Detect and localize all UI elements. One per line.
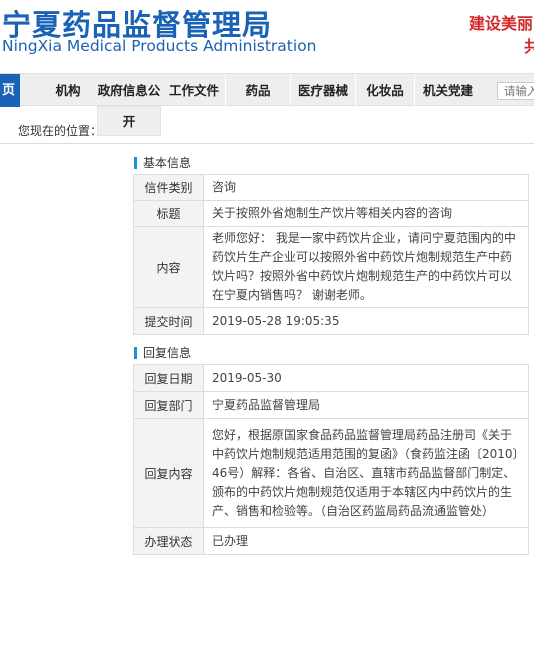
site-title-en: NingXia Medical Products Administration xyxy=(2,37,317,55)
nav-item-party-building[interactable]: 机关党建 xyxy=(415,74,481,107)
field-label: 回复内容 xyxy=(133,418,204,528)
slogan-line-2: 共 xyxy=(524,37,534,56)
table-row: 回复部门 宁夏药品监督管理局 xyxy=(133,391,529,419)
nav-item-medical-devices[interactable]: 医疗器械 xyxy=(291,74,355,107)
field-value: 宁夏药品监督管理局 xyxy=(203,391,529,419)
table-row: 信件类别 咨询 xyxy=(133,174,529,201)
site-header: 宁夏药品监督管理局 NingXia Medical Products Admin… xyxy=(0,0,534,70)
field-label: 提交时间 xyxy=(133,307,204,335)
field-label: 标题 xyxy=(133,200,204,227)
section-title-basic-info: 基本信息 xyxy=(134,157,191,169)
nav-item-gov-info[interactable]: 政府信息公 xyxy=(97,74,161,107)
nav-item-cosmetics[interactable]: 化妆品 xyxy=(356,74,414,107)
section-title-reply-info: 回复信息 xyxy=(134,347,191,359)
nav-item-institution[interactable]: 机构 xyxy=(45,74,91,107)
field-label: 回复日期 xyxy=(133,364,204,392)
field-label: 内容 xyxy=(133,226,204,308)
field-value: 咨询 xyxy=(203,174,529,201)
field-value: 老师您好： 我是一家中药饮片企业，请问宁夏范围内的中药饮片生产企业可以按照外省中… xyxy=(203,226,529,308)
field-label: 回复部门 xyxy=(133,391,204,419)
field-value: 您好，根据原国家食品药品监督管理局药品注册司《关于中药饮片炮制规范适用范围的复函… xyxy=(203,418,529,528)
field-value: 2019-05-30 xyxy=(203,364,529,392)
breadcrumb-divider xyxy=(0,143,534,144)
search-input[interactable]: 请输入 xyxy=(497,82,534,100)
nav-dropdown-item[interactable]: 开 xyxy=(97,106,161,136)
table-row: 办理状态 已办理 xyxy=(133,527,529,555)
field-value: 2019-05-28 19:05:35 xyxy=(203,307,529,335)
nav-item-work-docs[interactable]: 工作文件 xyxy=(164,74,224,107)
reply-info-table: 回复日期 2019-05-30 回复部门 宁夏药品监督管理局 回复内容 您好，根… xyxy=(133,364,529,555)
field-label: 信件类别 xyxy=(133,174,204,201)
field-label: 办理状态 xyxy=(133,527,204,555)
field-value: 关于按照外省炮制生产饮片等相关内容的咨询 xyxy=(203,200,529,227)
table-row: 标题 关于按照外省炮制生产饮片等相关内容的咨询 xyxy=(133,200,529,227)
nav-item-drugs[interactable]: 药品 xyxy=(226,74,290,107)
basic-info-table: 信件类别 咨询 标题 关于按照外省炮制生产饮片等相关内容的咨询 内容 老师您好：… xyxy=(133,174,529,335)
slogan-line-1: 建设美丽 xyxy=(469,14,534,33)
main-nav: 页 机构 政府信息公 工作文件 药品 医疗器械 化妆品 机关党建 请输入 xyxy=(0,73,534,107)
table-row: 回复内容 您好，根据原国家食品药品监督管理局药品注册司《关于中药饮片炮制规范适用… xyxy=(133,418,529,528)
breadcrumb-label: 您现在的位置： xyxy=(18,124,103,138)
table-row: 提交时间 2019-05-28 19:05:35 xyxy=(133,307,529,335)
table-row: 内容 老师您好： 我是一家中药饮片企业，请问宁夏范围内的中药饮片生产企业可以按照… xyxy=(133,226,529,308)
table-row: 回复日期 2019-05-30 xyxy=(133,364,529,392)
nav-home[interactable]: 页 xyxy=(0,74,20,107)
field-value: 已办理 xyxy=(203,527,529,555)
